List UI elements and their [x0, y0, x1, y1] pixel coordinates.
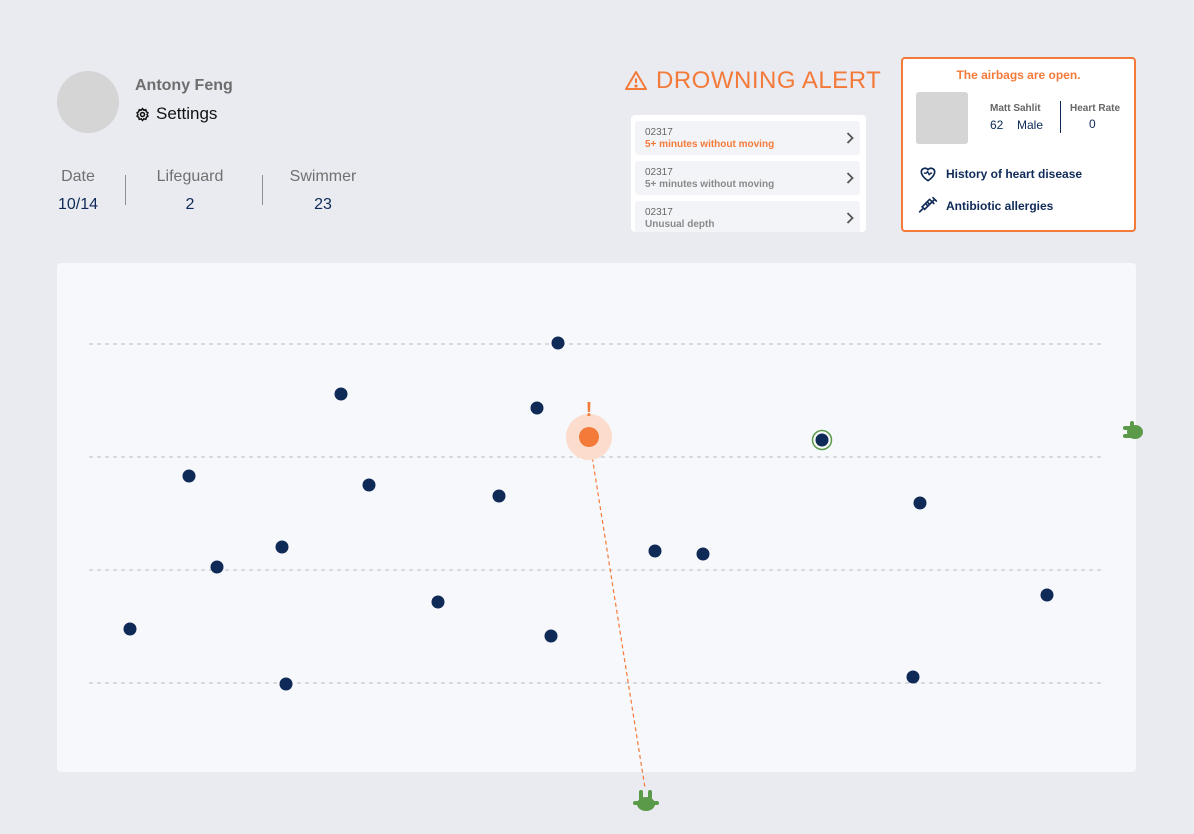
alert-list[interactable]: 02317 5+ minutes without moving 02317 5+… — [631, 115, 866, 232]
alert-item[interactable]: 02317 Unusual depth — [635, 201, 860, 232]
swimmer-dot[interactable] — [279, 677, 293, 691]
stat-label: Date — [61, 168, 95, 185]
alert-id: 02317 — [645, 127, 673, 138]
syringe-icon — [918, 196, 938, 216]
pool-map[interactable]: ! — [57, 263, 1136, 789]
stat-date: Date 10/14 — [52, 168, 104, 214]
gear-icon — [135, 106, 150, 122]
chevron-right-icon — [846, 132, 854, 144]
stat-label: Swimmer — [289, 168, 357, 185]
alert-id: 02317 — [645, 207, 673, 218]
swimmer-photo — [916, 92, 968, 144]
lifeguard-icon[interactable] — [1121, 419, 1147, 445]
stat-lifeguard: Lifeguard 2 — [150, 168, 230, 214]
patient-age: 62 — [990, 118, 1004, 132]
patient-sex: Male — [1017, 118, 1044, 132]
condition-label: History of heart disease — [946, 167, 1083, 181]
swimmer-dot[interactable] — [123, 622, 137, 636]
alert-swimmer-dot[interactable] — [579, 427, 599, 447]
condition-allergy: Antibiotic allergies — [918, 196, 1053, 216]
heart-rate-label: Heart Rate — [1070, 103, 1121, 114]
alert-title-text: DROWNING ALERT — [656, 67, 882, 94]
alert-item[interactable]: 02317 5+ minutes without moving — [635, 161, 860, 195]
condition-heart: History of heart disease — [918, 164, 1082, 184]
chevron-right-icon — [846, 212, 854, 224]
stat-value: 2 — [185, 196, 195, 213]
stat-label: Lifeguard — [156, 168, 224, 185]
divider — [1060, 101, 1061, 133]
swimmer-dot[interactable] — [696, 547, 710, 561]
swimmer-dot[interactable] — [648, 544, 662, 558]
pool-canvas: ! — [89, 336, 1101, 789]
heart-rate-value: 0 — [1089, 117, 1096, 131]
swimmer-dot[interactable] — [544, 629, 558, 643]
swimmer-info-card: The airbags are open. Matt Sahlit 62 Mal… — [901, 57, 1136, 232]
swimmer-dot[interactable] — [1040, 588, 1054, 602]
settings-label: Settings — [156, 104, 218, 123]
alert-marker: ! — [586, 399, 593, 421]
alert-message: 5+ minutes without moving — [645, 139, 775, 150]
lifeguard-icon[interactable] — [632, 788, 660, 814]
swimmer-dot[interactable] — [362, 478, 376, 492]
swimmer-dot[interactable] — [551, 336, 565, 350]
swimmer-dot[interactable] — [275, 540, 289, 554]
alert-id: 02317 — [645, 167, 673, 178]
stat-value: 23 — [314, 196, 332, 213]
divider — [262, 175, 263, 205]
warning-icon — [624, 69, 648, 93]
swimmer-dot[interactable] — [906, 670, 920, 684]
condition-label: Antibiotic allergies — [946, 199, 1054, 213]
stat-value: 10/14 — [57, 196, 99, 213]
swimmer-dot[interactable] — [334, 387, 348, 401]
selected-swimmer-dot[interactable] — [815, 433, 829, 447]
stat-swimmer: Swimmer 23 — [283, 168, 363, 214]
alert-title: DROWNING ALERT — [624, 67, 881, 95]
user-name: Antony Feng — [135, 77, 233, 94]
swimmer-dot[interactable] — [530, 401, 544, 415]
swimmer-dot[interactable] — [913, 496, 927, 510]
rescue-path — [588, 436, 646, 789]
heart-icon — [918, 164, 938, 184]
alert-message: 5+ minutes without moving — [645, 179, 775, 190]
swimmer-dot[interactable] — [431, 595, 445, 609]
alert-message: Unusual depth — [645, 219, 715, 230]
swimmer-dot[interactable] — [182, 469, 196, 483]
chevron-right-icon — [846, 172, 854, 184]
card-header: The airbags are open. — [956, 68, 1081, 82]
swimmer-dot[interactable] — [492, 489, 506, 503]
settings-button[interactable]: Settings — [135, 104, 217, 124]
swimmer-dot[interactable] — [210, 560, 224, 574]
divider — [125, 175, 126, 205]
patient-name: Matt Sahlit — [990, 103, 1041, 114]
alert-item[interactable]: 02317 5+ minutes without moving — [635, 121, 860, 155]
avatar — [57, 71, 119, 133]
